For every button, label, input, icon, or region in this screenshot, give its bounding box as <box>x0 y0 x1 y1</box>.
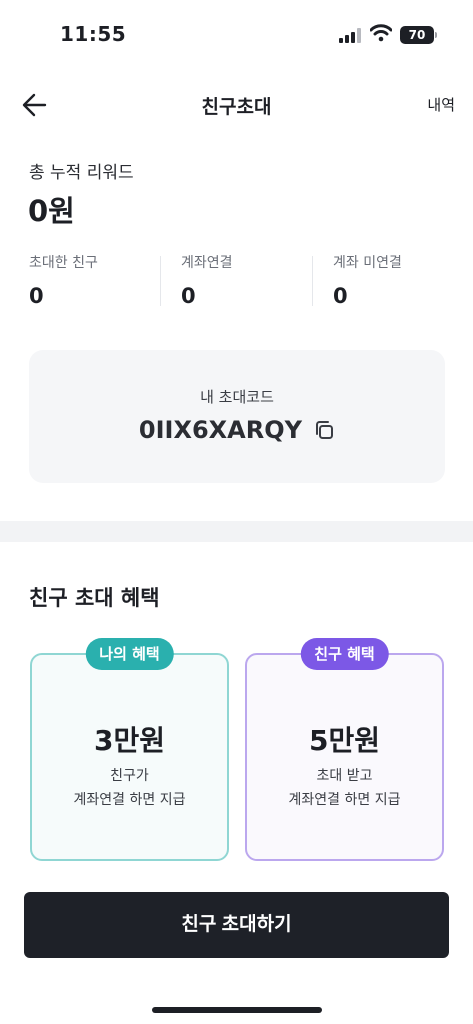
invite-code-card: 내 초대코드 0IIX6XARQY <box>29 350 445 483</box>
status-time: 11:55 <box>60 22 127 46</box>
copy-icon[interactable] <box>313 419 335 441</box>
stat-value: 0 <box>29 284 44 308</box>
friend-benefit-amount: 5만원 <box>308 724 380 757</box>
friend-benefit-card: 친구 혜택 5만원 초대 받고 계좌연결 하면 지급 <box>245 638 444 861</box>
my-benefit-amount: 3만원 <box>93 724 165 757</box>
section-divider <box>0 521 473 542</box>
total-reward-value: 0원 <box>28 194 75 228</box>
stat-divider <box>160 256 161 306</box>
home-indicator[interactable] <box>152 1007 322 1013</box>
stat-account-unlinked: 계좌 미연결 0 <box>333 252 473 308</box>
wifi-icon <box>370 24 392 42</box>
my-benefit-badge: 나의 혜택 <box>85 638 174 670</box>
stat-invited-friends: 초대한 친구 0 <box>29 252 169 308</box>
stat-label: 초대한 친구 <box>29 255 98 271</box>
stat-value: 0 <box>181 284 196 308</box>
my-benefit-desc: 계좌연결 하면 지급 <box>73 792 186 808</box>
invite-friend-button[interactable]: 친구 초대하기 <box>24 892 449 958</box>
stat-divider <box>312 256 313 306</box>
stat-label: 계좌연결 <box>181 255 233 271</box>
friend-benefit-desc: 계좌연결 하면 지급 <box>288 792 401 808</box>
history-link[interactable]: 내역 <box>427 94 455 115</box>
benefits-title: 친구 초대 혜택 <box>29 586 160 610</box>
signal-icon <box>339 28 363 43</box>
friend-benefit-desc: 초대 받고 <box>316 768 373 784</box>
invite-stats: 초대한 친구 0 계좌연결 0 계좌 미연결 0 <box>0 252 473 308</box>
battery-icon: 70 <box>400 26 437 44</box>
my-benefit-desc: 친구가 <box>110 768 149 784</box>
friend-benefit-badge: 친구 혜택 <box>300 638 389 670</box>
stat-label: 계좌 미연결 <box>333 255 402 271</box>
stat-account-linked: 계좌연결 0 <box>181 252 321 308</box>
status-bar: 11:55 70 <box>0 0 473 70</box>
total-reward-label: 총 누적 리워드 <box>29 163 134 183</box>
invite-code-row: 0IIX6XARQY <box>29 416 445 444</box>
page-title: 친구초대 <box>201 96 272 118</box>
invite-code: 0IIX6XARQY <box>138 416 302 444</box>
stat-value: 0 <box>333 284 348 308</box>
invite-code-label: 내 초대코드 <box>200 388 274 406</box>
my-benefit-card: 나의 혜택 3만원 친구가 계좌연결 하면 지급 <box>30 638 229 861</box>
